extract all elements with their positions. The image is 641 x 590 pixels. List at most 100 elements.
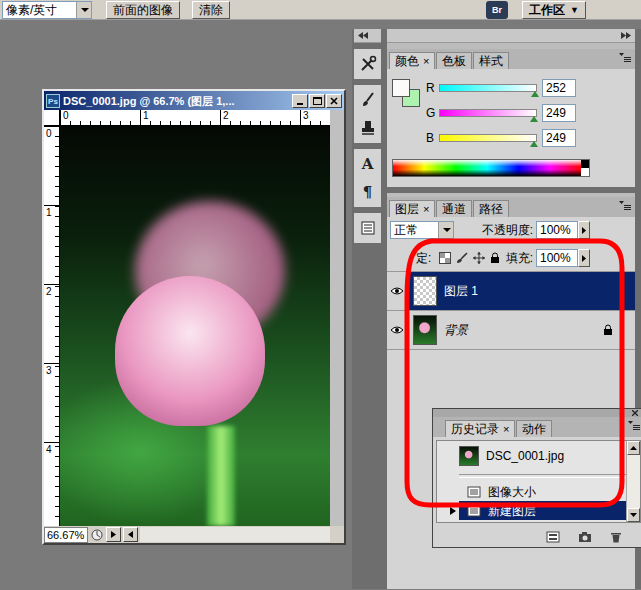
app-badge: Ps [46, 94, 60, 108]
spectrum-ramp[interactable] [393, 160, 581, 176]
new-document-icon[interactable] [546, 531, 560, 543]
scroll-left-icon[interactable] [123, 527, 138, 542]
document-window[interactable]: Ps DSC_0001.jpg @ 66.7% (图层 1,... 0123 0… [42, 89, 346, 545]
blend-mode-value: 正常 [394, 222, 418, 238]
channel-value-field[interactable]: 252 [542, 79, 576, 97]
panel-tab[interactable]: 历史记录 × [445, 420, 515, 437]
slider-thumb[interactable] [530, 141, 538, 147]
maximize-icon[interactable] [309, 94, 325, 108]
lock-position-icon[interactable] [473, 252, 485, 264]
layer-body[interactable]: 背景 [407, 311, 635, 349]
padlock-icon [603, 324, 613, 336]
layer-body[interactable]: 图层 1 [407, 272, 635, 310]
lock-transparency-icon[interactable] [439, 252, 451, 264]
dropdown-arrow-icon[interactable] [438, 222, 453, 238]
panel-tab[interactable]: 颜色× [389, 52, 435, 69]
history-step-body[interactable]: 图像大小 [459, 482, 626, 501]
slider-thumb[interactable] [531, 91, 539, 97]
horizontal-scrollbar[interactable] [140, 527, 330, 542]
tab-label: 历史记录 [451, 422, 499, 436]
channel-value-field[interactable]: 249 [542, 129, 576, 147]
color-panel-tabs: 颜色×色板样式 [387, 49, 635, 69]
color-spectrum[interactable] [392, 159, 590, 177]
info-icon[interactable] [90, 528, 104, 542]
layer-name[interactable]: 图层 1 [444, 283, 478, 299]
blend-mode-select[interactable]: 正常 [390, 221, 454, 239]
trash-icon[interactable] [610, 531, 622, 543]
layer-thumbnail [413, 276, 437, 306]
visibility-toggle[interactable] [387, 311, 407, 349]
fill-slider-icon[interactable] [578, 249, 590, 267]
color-controls: R252G249B249 [392, 79, 631, 147]
photo[interactable] [60, 126, 330, 526]
icon-dock: A ¶ [354, 29, 381, 589]
scroll-up-icon[interactable] [627, 441, 640, 455]
minimize-icon[interactable] [292, 94, 308, 108]
panel-menu-icon[interactable] [615, 197, 635, 217]
fill-field[interactable]: 100% [536, 249, 578, 267]
collapse-dock-icon[interactable] [354, 29, 381, 43]
slider-thumb[interactable] [530, 116, 538, 122]
brushes-icon[interactable] [357, 89, 379, 111]
panel-tab[interactable]: 路径 [473, 200, 509, 217]
panel-tab[interactable]: 通道 [436, 200, 472, 217]
snapshot-camera-icon[interactable] [578, 531, 592, 543]
workspace-canvas: Ps DSC_0001.jpg @ 66.7% (图层 1,... 0123 0… [0, 20, 641, 589]
document-title-bar[interactable]: Ps DSC_0001.jpg @ 66.7% (图层 1,... [44, 91, 344, 110]
close-icon[interactable] [326, 94, 342, 108]
close-tab-button[interactable]: × [423, 203, 429, 215]
color-swatches [392, 79, 426, 113]
eye-icon[interactable] [390, 286, 404, 296]
layer-name[interactable]: 背景 [444, 322, 468, 338]
panel-tab[interactable]: 样式 [473, 52, 509, 69]
layer-row[interactable]: 图层 1 [387, 272, 635, 311]
close-panel-icon[interactable] [632, 410, 638, 416]
layer-row[interactable]: 背景 [387, 311, 635, 350]
scroll-down-icon[interactable] [627, 508, 640, 522]
panel-menu-icon[interactable] [615, 49, 635, 69]
history-snapshot[interactable]: DSC_0001.jpg [437, 441, 626, 471]
visibility-toggle[interactable] [387, 272, 407, 310]
history-step[interactable]: 新建图层 [437, 501, 626, 520]
character-panel-button[interactable]: A [357, 153, 379, 175]
paragraph-panel-button[interactable]: ¶ [357, 181, 379, 203]
history-step-body[interactable]: 新建图层 [459, 501, 626, 520]
eye-icon[interactable] [390, 325, 404, 335]
lock-pixels-icon[interactable] [456, 252, 468, 264]
panel-tab[interactable]: 图层× [389, 200, 435, 217]
history-step[interactable]: 图像大小 [437, 482, 626, 501]
status-menu-icon[interactable] [106, 527, 121, 542]
close-tab-button[interactable]: × [503, 423, 509, 435]
panel-menu-icon[interactable] [624, 417, 641, 437]
zoom-field[interactable]: 66.67% [44, 527, 88, 543]
front-image-button[interactable]: 前面的图像 [106, 1, 180, 19]
panel-tab[interactable]: 动作 [516, 420, 552, 437]
channel-slider[interactable] [439, 134, 537, 142]
history-panel[interactable]: 历史记录 × 动作 DSC_0001.jpg 图像大小新建图层 [432, 408, 641, 548]
opacity-field[interactable]: 100% [536, 221, 578, 239]
vertical-scrollbar[interactable] [626, 441, 640, 522]
workspace-button[interactable]: 工作区 ▼ [522, 1, 586, 19]
expand-panels-icon[interactable] [387, 29, 635, 43]
clear-button[interactable]: 清除 [192, 1, 230, 19]
panel-tab[interactable]: 色板 [436, 52, 472, 69]
channel-value-field[interactable]: 249 [542, 104, 576, 122]
layer-comps-icon[interactable] [357, 217, 379, 239]
dropdown-arrow-icon[interactable] [76, 2, 91, 18]
channel-slider[interactable] [439, 109, 537, 117]
state-marker-icon[interactable] [450, 507, 456, 515]
foreground-swatch[interactable] [392, 79, 410, 97]
history-states: DSC_0001.jpg 图像大小新建图层 [437, 441, 626, 522]
opacity-slider-icon[interactable] [578, 221, 590, 239]
bridge-button[interactable]: Br [486, 1, 508, 19]
lock-all-icon[interactable] [490, 252, 500, 264]
resolution-unit-select[interactable]: 像素/英寸 [2, 1, 92, 19]
black-white-ramp[interactable] [581, 160, 589, 176]
clone-source-icon[interactable] [357, 117, 379, 139]
close-tab-button[interactable]: × [423, 55, 429, 67]
tool-presets-icon[interactable] [357, 53, 379, 75]
channel-slider[interactable] [439, 84, 537, 92]
canvas-margin [330, 110, 344, 126]
panel-grip[interactable] [433, 409, 641, 417]
left-ruler: 01234 [44, 126, 60, 526]
